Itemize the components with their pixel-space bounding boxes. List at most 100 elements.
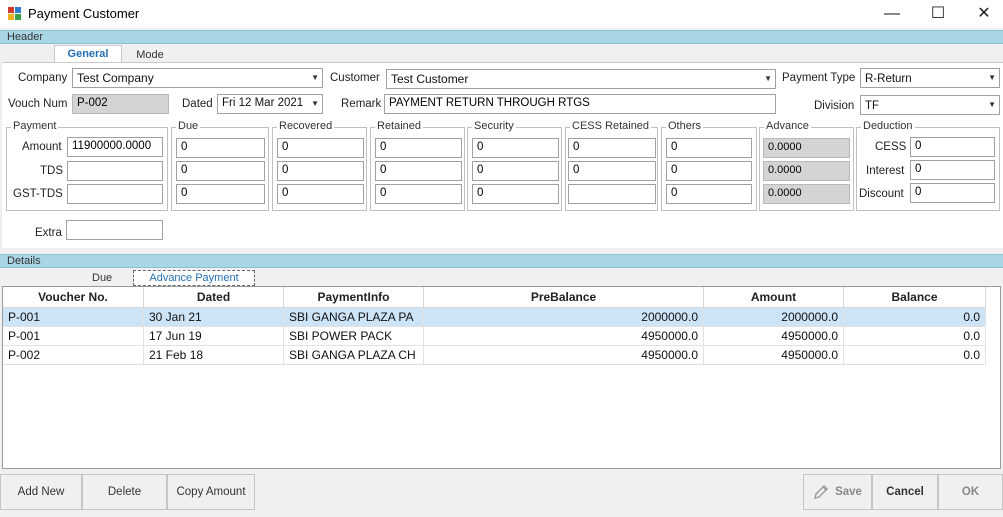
- deduction-group-title: Deduction: [861, 120, 915, 132]
- close-button[interactable]: ✕: [961, 0, 1003, 28]
- minimize-icon: —: [884, 5, 900, 22]
- add-new-button[interactable]: Add New: [0, 474, 82, 510]
- cess-retained-field-1[interactable]: 0: [568, 138, 656, 158]
- payment-type-select[interactable]: R-Return ▼: [860, 68, 1000, 88]
- customer-select[interactable]: Test Customer ▼: [386, 69, 776, 89]
- division-select[interactable]: TF ▼: [860, 95, 1000, 115]
- cell-balance: 0.0: [844, 308, 986, 327]
- retained-field-2[interactable]: 0: [375, 161, 462, 181]
- copy-amount-button[interactable]: Copy Amount: [167, 474, 255, 510]
- division-value: TF: [865, 100, 880, 112]
- tab-general[interactable]: General: [54, 45, 122, 63]
- maximize-icon: ☐: [930, 5, 946, 22]
- cess-retained-field-3[interactable]: [568, 184, 656, 204]
- cell-amount: 4950000.0: [704, 327, 844, 346]
- cell-payment-info: SBI GANGA PLAZA CH: [284, 346, 424, 365]
- gst-tds-field[interactable]: [67, 184, 163, 204]
- extra-label: Extra: [35, 227, 62, 239]
- others-field-1[interactable]: 0: [666, 138, 752, 158]
- remark-field[interactable]: PAYMENT RETURN THROUGH RTGS: [384, 94, 776, 114]
- cell-amount: 4950000.0: [704, 346, 844, 365]
- tds-field[interactable]: [67, 161, 163, 181]
- save-button-label: Save: [835, 486, 862, 498]
- save-button[interactable]: Save: [803, 474, 872, 510]
- cell-dated: 21 Feb 18: [144, 346, 284, 365]
- security-field-2[interactable]: 0: [472, 161, 559, 181]
- company-label: Company: [18, 72, 68, 84]
- due-group-title: Due: [176, 120, 201, 132]
- recovered-field-3[interactable]: 0: [277, 184, 364, 204]
- cell-pre-balance: 4950000.0: [424, 346, 704, 365]
- pencil-icon: [814, 484, 829, 499]
- minimize-button[interactable]: —: [869, 0, 915, 28]
- security-field-1[interactable]: 0: [472, 138, 559, 158]
- table-row[interactable]: P-002 21 Feb 18 SBI GANGA PLAZA CH 49500…: [3, 346, 986, 365]
- retained-field-3[interactable]: 0: [375, 184, 462, 204]
- table-row[interactable]: P-001 17 Jun 19 SBI POWER PACK 4950000.0…: [3, 327, 986, 346]
- header-section-bar: Header: [0, 30, 1003, 44]
- security-field-3[interactable]: 0: [472, 184, 559, 204]
- column-header-pre-balance[interactable]: PreBalance: [424, 287, 704, 308]
- column-header-balance[interactable]: Balance: [844, 287, 986, 308]
- cell-pre-balance: 4950000.0: [424, 327, 704, 346]
- cess-retained-field-2[interactable]: 0: [568, 161, 656, 181]
- retained-field-1[interactable]: 0: [375, 138, 462, 158]
- cell-payment-info: SBI GANGA PLAZA PA: [284, 308, 424, 327]
- cell-balance: 0.0: [844, 346, 986, 365]
- cess-label: CESS: [875, 141, 907, 153]
- cancel-button[interactable]: Cancel: [872, 474, 938, 510]
- dated-value: Fri 12 Mar 2021: [222, 97, 304, 109]
- column-header-voucher-no[interactable]: Voucher No.: [3, 287, 144, 308]
- due-field-3[interactable]: 0: [176, 184, 265, 204]
- payment-type-value: R-Return: [865, 73, 912, 85]
- cell-voucher-no: P-001: [3, 308, 144, 327]
- cell-amount: 2000000.0: [704, 308, 844, 327]
- cell-pre-balance: 2000000.0: [424, 308, 704, 327]
- chevron-down-icon: ▼: [764, 74, 772, 83]
- maximize-button[interactable]: ☐: [915, 0, 961, 28]
- payment-type-label: Payment Type: [782, 72, 856, 84]
- ok-button[interactable]: OK: [938, 474, 1003, 510]
- recovered-field-2[interactable]: 0: [277, 161, 364, 181]
- cell-dated: 30 Jan 21: [144, 308, 284, 327]
- column-header-dated[interactable]: Dated: [144, 287, 284, 308]
- payment-group-title: Payment: [11, 120, 59, 132]
- column-header-payment-info[interactable]: PaymentInfo: [284, 287, 424, 308]
- close-icon: ✕: [977, 5, 991, 22]
- cess-retained-group-title: CESS Retained: [570, 120, 652, 132]
- title-bar: Payment Customer — ☐ ✕: [0, 0, 1003, 28]
- recovered-field-1[interactable]: 0: [277, 138, 364, 158]
- chevron-down-icon: ▼: [311, 73, 319, 82]
- others-field-2[interactable]: 0: [666, 161, 752, 181]
- details-section-bar: Details: [0, 254, 1003, 268]
- company-select[interactable]: Test Company ▼: [72, 68, 323, 88]
- advance-field-2: 0.0000: [763, 161, 850, 181]
- cell-payment-info: SBI POWER PACK: [284, 327, 424, 346]
- advance-group-title: Advance: [764, 120, 811, 132]
- cell-voucher-no: P-002: [3, 346, 144, 365]
- amount-field[interactable]: 11900000.0000: [67, 137, 163, 157]
- others-field-3[interactable]: 0: [666, 184, 752, 204]
- column-header-amount[interactable]: Amount: [704, 287, 844, 308]
- interest-field[interactable]: 0: [910, 160, 995, 180]
- cell-voucher-no: P-001: [3, 327, 144, 346]
- discount-label: Discount: [859, 188, 904, 200]
- due-field-1[interactable]: 0: [176, 138, 265, 158]
- discount-field[interactable]: 0: [910, 183, 995, 203]
- tab-advance-payment[interactable]: Advance Payment: [133, 270, 255, 286]
- chevron-down-icon: ▼: [988, 100, 996, 109]
- due-field-2[interactable]: 0: [176, 161, 265, 181]
- cess-field[interactable]: 0: [910, 137, 995, 157]
- company-value: Test Company: [77, 71, 154, 85]
- table-row[interactable]: P-001 30 Jan 21 SBI GANGA PLAZA PA 20000…: [3, 308, 986, 327]
- tab-due[interactable]: Due: [92, 272, 112, 284]
- dated-picker[interactable]: Fri 12 Mar 2021 ▼: [217, 94, 323, 114]
- dated-label: Dated: [182, 98, 213, 110]
- others-group-title: Others: [666, 120, 704, 132]
- security-group-title: Security: [472, 120, 516, 132]
- division-label: Division: [814, 100, 855, 112]
- vouch-num-field[interactable]: P-002: [72, 94, 169, 114]
- vouch-num-label: Vouch Num: [8, 98, 68, 110]
- extra-field[interactable]: [66, 220, 163, 240]
- delete-button[interactable]: Delete: [82, 474, 167, 510]
